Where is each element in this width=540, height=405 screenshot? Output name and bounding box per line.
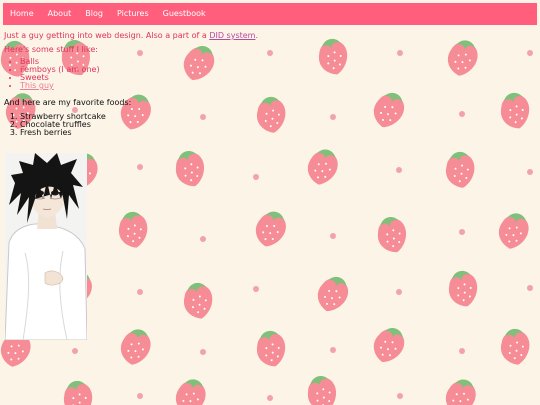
likes-item: This guy <box>20 82 100 90</box>
pattern-dot <box>330 233 336 239</box>
pattern-dot <box>397 50 403 56</box>
pattern-dot <box>459 111 465 117</box>
did-system-link[interactable]: DID system <box>209 31 255 40</box>
nav-link-home[interactable]: Home <box>3 3 41 25</box>
intro-text-before: Just a guy getting into web design. Also… <box>4 31 210 40</box>
nav-link-blog[interactable]: Blog <box>78 3 110 25</box>
pattern-dot <box>72 348 78 354</box>
nav-link-pictures[interactable]: Pictures <box>110 3 156 25</box>
pattern-dot <box>200 349 206 355</box>
this-guy-link[interactable]: This guy <box>20 81 54 90</box>
portrait-image <box>5 153 87 340</box>
pattern-dot <box>267 50 273 56</box>
food-item: Fresh berries <box>20 129 106 137</box>
nav-link-guestbook[interactable]: Guestbook <box>156 3 213 25</box>
navbar: Home About Blog Pictures Guestbook <box>3 3 537 25</box>
pattern-dot <box>396 167 402 173</box>
pattern-dot <box>253 286 259 292</box>
pattern-dot <box>267 395 273 401</box>
likes-heading: Here's some stuff I like: <box>4 45 98 54</box>
foods-list: Strawberry shortcake Chocolate truffles … <box>0 113 106 137</box>
pattern-dot <box>459 348 465 354</box>
nav-link-about[interactable]: About <box>41 3 79 25</box>
pattern-dot <box>137 50 143 56</box>
pattern-dot <box>396 289 402 295</box>
pattern-dot <box>137 289 143 295</box>
likes-list: Balls Femboys (I am one) Sweets This guy <box>0 58 100 90</box>
pattern-dot <box>527 285 533 291</box>
pattern-dot <box>200 236 206 242</box>
intro-text: Just a guy getting into web design. Also… <box>4 31 258 40</box>
intro-text-after: . <box>255 31 259 40</box>
pattern-dot <box>330 114 336 120</box>
foods-heading: And here are my favorite foods: <box>4 98 132 107</box>
pattern-dot <box>330 347 336 353</box>
pattern-dot <box>527 50 533 56</box>
pattern-dot <box>253 174 259 180</box>
pattern-dot <box>459 229 465 235</box>
pattern-dot <box>200 114 206 120</box>
pattern-dot <box>397 393 403 399</box>
pattern-dot <box>527 169 533 175</box>
character-portrait <box>5 153 87 340</box>
pattern-dot <box>137 164 143 170</box>
pattern-dot <box>137 393 143 399</box>
